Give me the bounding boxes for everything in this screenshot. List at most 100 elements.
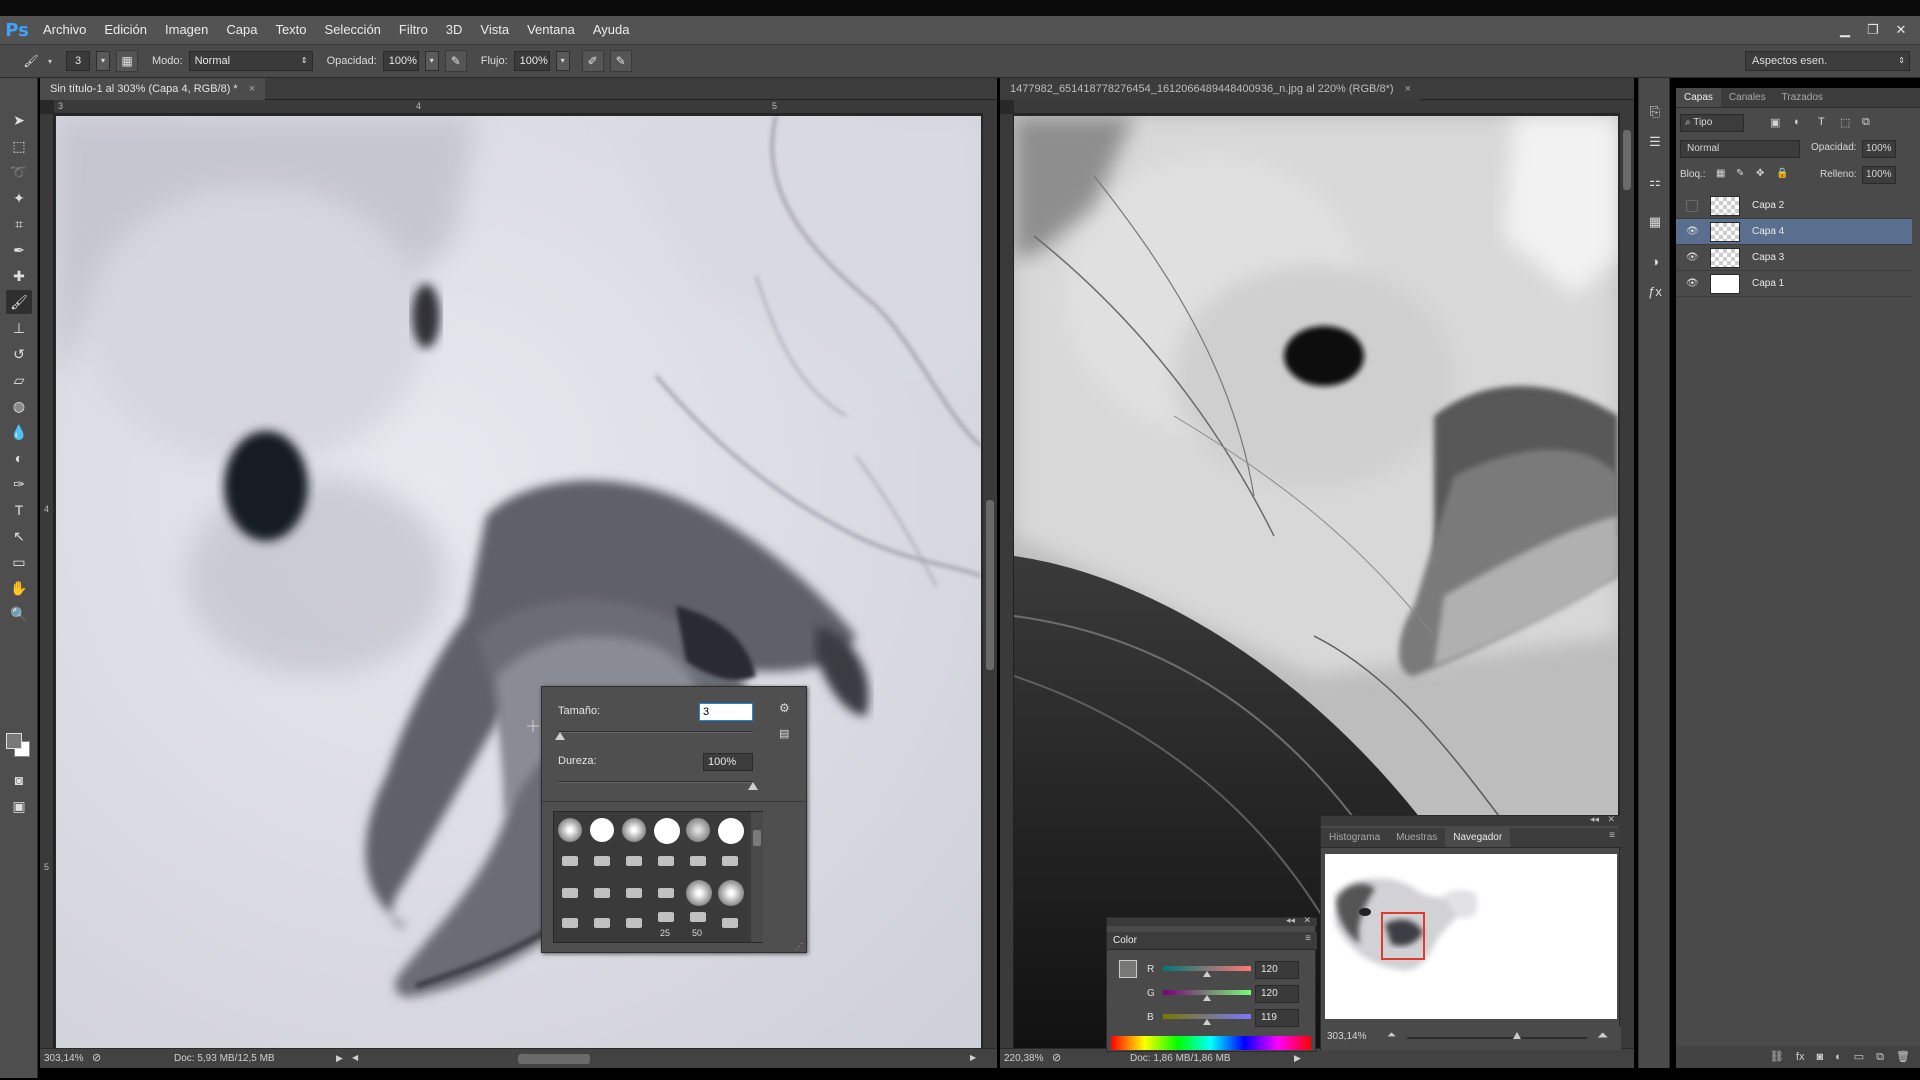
doc1-vertical-scrollbar[interactable] [983, 100, 997, 1048]
green-value-field[interactable]: 120 [1255, 985, 1299, 1003]
zoom-in-icon[interactable]: ⏶ [1597, 1027, 1608, 1044]
navigator-view-box[interactable] [1381, 912, 1425, 960]
properties-panel-icon[interactable]: ⚏ [1645, 172, 1665, 192]
brush-panel-toggle-icon[interactable]: ▦ [116, 50, 139, 72]
flow-dropdown[interactable]: ▾ [555, 51, 570, 71]
layer-row-capa-1[interactable]: 👁 Capa 1 [1676, 271, 1912, 297]
layer-opacity-field[interactable]: 100% [1862, 140, 1896, 158]
layer-row-capa-2[interactable]: Capa 2 [1676, 193, 1912, 219]
brush-preset-special[interactable] [562, 918, 578, 928]
scroll-thumb[interactable] [753, 830, 761, 846]
new-adjustment-icon[interactable]: ◐ [1835, 1046, 1842, 1068]
scroll-left-icon[interactable]: ◀ [352, 1053, 358, 1062]
menu-seleccion[interactable]: Selección [316, 16, 390, 44]
red-slider-knob[interactable] [1203, 971, 1211, 977]
opacity-dropdown[interactable]: ▾ [424, 51, 439, 71]
menu-texto[interactable]: Texto [266, 16, 315, 44]
navigator-zoom-value[interactable]: 303,14% [1327, 1031, 1366, 1042]
eye-icon[interactable]: 👁 [1686, 278, 1699, 290]
healing-brush-icon[interactable]: ✚ [6, 264, 32, 288]
workspace-select[interactable]: Aspectos esen. ⇕ [1745, 51, 1910, 71]
dodge-icon[interactable]: ◐ [6, 446, 32, 470]
close-tab-icon[interactable]: × [249, 83, 255, 95]
lock-transparency-icon[interactable]: ▦ [1716, 168, 1725, 179]
history-panel-icon[interactable]: ⎘ [1645, 102, 1665, 122]
menu-3d[interactable]: 3D [437, 16, 472, 44]
screen-mode-icon[interactable]: ▣ [6, 794, 32, 818]
navigator-preview[interactable] [1325, 854, 1617, 1019]
brush-preset-special[interactable] [562, 856, 578, 866]
menu-imagen[interactable]: Imagen [156, 16, 217, 44]
styles-panel-icon[interactable]: ◑ [1645, 252, 1665, 272]
collapse-icon[interactable]: ◂◂ [1590, 814, 1599, 825]
doc1-canvas[interactable] [56, 116, 981, 1048]
gear-icon[interactable]: ⚙ [779, 701, 790, 715]
hardness-slider-knob[interactable] [748, 782, 758, 790]
brush-icon[interactable]: 🖌 [6, 290, 32, 314]
menu-edicion[interactable]: Edición [95, 16, 156, 44]
scroll-thumb[interactable] [1623, 130, 1631, 190]
tab-canales[interactable]: Canales [1721, 88, 1774, 107]
resize-grip-icon[interactable]: ⋰ [795, 942, 803, 951]
navigator-zoom-slider[interactable] [1407, 1037, 1587, 1039]
visibility-toggle[interactable] [1686, 200, 1698, 212]
close-panel-icon[interactable]: ✕ [1607, 814, 1615, 825]
lock-pixels-icon[interactable]: ✎ [1736, 168, 1744, 179]
tab-color[interactable]: Color [1113, 935, 1137, 946]
brush-preset-special[interactable] [626, 856, 642, 866]
tab-navegador[interactable]: Navegador [1445, 828, 1511, 847]
brush-preset-special[interactable] [594, 918, 610, 928]
flow-field[interactable]: 100% [513, 51, 550, 71]
lock-all-icon[interactable]: 🔒 [1776, 168, 1788, 179]
fill-field[interactable]: 100% [1862, 166, 1896, 184]
blue-value-field[interactable]: 119 [1255, 1009, 1299, 1027]
actions-panel-icon[interactable]: ƒx [1645, 282, 1665, 302]
history-brush-icon[interactable]: ↺ [6, 342, 32, 366]
pressure-opacity-icon[interactable]: ✎ [444, 50, 467, 72]
link-layers-icon[interactable]: ⛓ [1770, 1046, 1784, 1068]
doc1-tab[interactable]: Sin título-1 al 303% (Capa 4, RGB/8) * × [40, 78, 266, 100]
brush-preset-special[interactable] [658, 888, 674, 898]
adjustment-filter-icon[interactable]: ◐ [1794, 116, 1801, 128]
brush-preset-hard[interactable] [654, 818, 680, 844]
brush-preset-special[interactable] [626, 888, 642, 898]
pixel-filter-icon[interactable]: ▣ [1770, 116, 1780, 129]
size-slider-knob[interactable] [554, 732, 565, 740]
brush-preset-special[interactable] [658, 856, 674, 866]
menu-filtro[interactable]: Filtro [390, 16, 437, 44]
tab-capas[interactable]: Capas [1676, 88, 1721, 107]
add-mask-icon[interactable]: ◙ [1816, 1046, 1823, 1068]
airbrush-icon[interactable]: ✐ [581, 50, 604, 72]
scroll-right-icon[interactable]: ▶ [970, 1053, 976, 1062]
brush-preset-soft[interactable] [718, 880, 744, 906]
smart-object-filter-icon[interactable]: ⧉ [1862, 116, 1870, 129]
blend-mode-select[interactable]: Normal [1680, 140, 1800, 158]
collapse-icon[interactable]: ◂◂ [1286, 915, 1295, 926]
navigator-zoom-knob[interactable] [1513, 1032, 1521, 1039]
menu-archivo[interactable]: Archivo [34, 16, 95, 44]
clone-stamp-icon[interactable]: ⊥ [6, 316, 32, 340]
brush-preset-hard[interactable] [718, 818, 744, 844]
tab-trazados[interactable]: Trazados [1774, 88, 1831, 107]
hand-icon[interactable]: ✋ [6, 576, 32, 600]
restore-icon[interactable]: ❐ [1864, 22, 1882, 38]
doc2-tab[interactable]: 1477982_651418778276454_1612066489448400… [1000, 78, 1422, 100]
menu-vista[interactable]: Vista [471, 16, 518, 44]
layer-row-capa-4[interactable]: 👁 Capa 4 [1676, 219, 1912, 245]
mode-select[interactable]: Normal ⇕ [188, 51, 313, 71]
brush-picker-dropdown[interactable]: ▾ [96, 51, 111, 71]
zoom-out-icon[interactable]: ⏶ [1387, 1029, 1396, 1042]
menu-ayuda[interactable]: Ayuda [584, 16, 639, 44]
marquee-icon[interactable]: ⬚ [6, 134, 32, 158]
brush-preset-soft[interactable] [686, 818, 710, 842]
size-input[interactable]: 3 [699, 703, 753, 721]
status-arrow-icon[interactable]: ▶ [336, 1053, 343, 1064]
eye-icon[interactable]: 👁 [1686, 252, 1699, 264]
brush-grid-scrollbar[interactable] [751, 812, 763, 942]
green-slider-knob[interactable] [1203, 995, 1211, 1001]
hardness-slider[interactable] [558, 781, 753, 783]
path-selection-icon[interactable]: ↖ [6, 524, 32, 548]
brush-preset-hard[interactable] [590, 818, 614, 842]
quick-mask-icon[interactable]: ◙ [6, 768, 32, 792]
pen-icon[interactable]: ✑ [6, 472, 32, 496]
